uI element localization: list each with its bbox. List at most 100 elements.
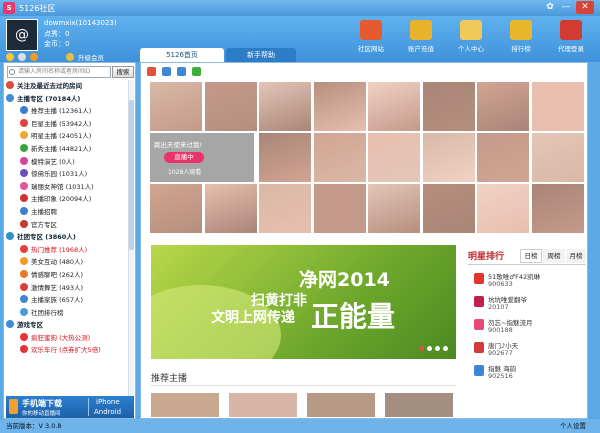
tree-item-label: 激情舞艺 (493人) bbox=[31, 283, 84, 292]
upgrade-link[interactable]: 升级会员 bbox=[78, 52, 104, 62]
anchor-photo[interactable] bbox=[531, 184, 584, 233]
tree-item[interactable]: 社团专区 (3860人) bbox=[6, 231, 130, 244]
live-button[interactable]: 直播中 bbox=[164, 152, 204, 163]
tree-item[interactable]: 热门推荐 (1968人) bbox=[6, 244, 130, 257]
tree-item[interactable]: 主播家族 (657人) bbox=[6, 294, 130, 307]
sidebar-scrollbar[interactable] bbox=[128, 80, 134, 396]
recommended-thumb[interactable] bbox=[385, 393, 453, 417]
watermark: 当下软件园 bbox=[527, 398, 582, 411]
gear-icon[interactable] bbox=[18, 53, 26, 61]
tree-item[interactable]: 惊佛乐园 (1031人) bbox=[6, 168, 130, 181]
anchor-photo[interactable] bbox=[313, 133, 366, 182]
tool-profile[interactable]: 个人中心 bbox=[448, 18, 494, 60]
tree-item[interactable]: 主播招聘 bbox=[6, 206, 130, 219]
anchor-photo[interactable] bbox=[368, 82, 420, 131]
tool-recharge[interactable]: 账户充值 bbox=[398, 18, 444, 60]
anchor-photo[interactable] bbox=[422, 133, 475, 182]
pager-dot[interactable] bbox=[435, 346, 440, 351]
tool-ranking[interactable]: 排行榜 bbox=[498, 18, 544, 60]
forward-icon[interactable] bbox=[177, 67, 186, 76]
android-link[interactable]: Android bbox=[94, 408, 121, 416]
anchor-photo[interactable] bbox=[368, 133, 420, 182]
tree-item-label: 欢乐车行 (点券扩大5倍) bbox=[31, 346, 101, 355]
anchor-photo[interactable] bbox=[313, 82, 366, 131]
anchor-photo[interactable] bbox=[259, 184, 311, 233]
tree-item[interactable]: 推荐主播 (12361人) bbox=[6, 105, 130, 118]
anchor-photo[interactable] bbox=[422, 82, 475, 131]
tree-item[interactable]: 瑞丽女神馆 (1031人) bbox=[6, 181, 130, 194]
tree-item[interactable]: 主播专区 (70184人) bbox=[6, 93, 130, 106]
tab-home[interactable]: 5126首页 bbox=[140, 48, 224, 62]
tree-item[interactable]: 官方专区 bbox=[6, 219, 130, 232]
tree-item[interactable]: 疯狂蜜狗 (大热公测) bbox=[6, 332, 130, 345]
avatar[interactable]: @ bbox=[6, 19, 38, 51]
anchor-photo[interactable] bbox=[150, 82, 202, 131]
pager-dot[interactable] bbox=[427, 346, 432, 351]
anchor-photo[interactable] bbox=[422, 184, 475, 233]
tree-item[interactable]: 明星主播 (24051人) bbox=[6, 130, 130, 143]
ranking-row[interactable]: 指魅 海韵 902516 bbox=[468, 361, 586, 383]
search-input[interactable]: 请输入房间名称或者房间ID bbox=[7, 66, 111, 78]
ranking-row[interactable]: 51歌唯♂F42凯琳 900633 bbox=[468, 269, 586, 291]
anchor-photo[interactable] bbox=[313, 184, 366, 233]
tab-help[interactable]: 新手帮助 bbox=[226, 48, 296, 62]
minimize-button[interactable]: — bbox=[558, 1, 574, 14]
personal-settings-link[interactable]: 个人设置 bbox=[560, 419, 586, 433]
anchor-photo[interactable] bbox=[477, 133, 529, 182]
anchor-photo[interactable] bbox=[477, 184, 529, 233]
tree-item[interactable]: 模特演艺 (0人) bbox=[6, 156, 130, 169]
tree-item[interactable]: 游戏专区 bbox=[6, 319, 130, 332]
tool-community[interactable]: 社区网站 bbox=[348, 18, 394, 60]
rank-badge-icon bbox=[474, 273, 484, 284]
banner-title: 净网2014 bbox=[299, 269, 390, 291]
phone-download-bar[interactable]: 手机端下载 你的移动直播间 iPhone Android bbox=[6, 396, 134, 418]
close-button[interactable]: ✕ bbox=[576, 1, 594, 14]
pager-dot[interactable] bbox=[419, 346, 424, 351]
tree-item[interactable]: 新秀主播 (44821人) bbox=[6, 143, 130, 156]
anchor-photo[interactable] bbox=[368, 184, 420, 233]
tree-item[interactable]: 巨星主播 (53942人) bbox=[6, 118, 130, 131]
anchor-photo[interactable] bbox=[259, 133, 311, 182]
anchor-photo[interactable] bbox=[204, 82, 257, 131]
rank-badge-icon bbox=[474, 365, 484, 376]
tree-item[interactable]: 关注及最近去过的房间 bbox=[6, 80, 130, 93]
home-icon[interactable] bbox=[147, 67, 156, 76]
recommended-thumb[interactable] bbox=[307, 393, 375, 417]
ranking-row[interactable]: 坑坑唯爱翻爷 20107 bbox=[468, 292, 586, 314]
tab-daily[interactable]: 日榜 bbox=[520, 249, 542, 263]
tree-item[interactable]: 激情舞艺 (493人) bbox=[6, 282, 130, 295]
ranking-row[interactable]: 勿忘~指魅流月 900188 bbox=[468, 315, 586, 337]
pager-dot[interactable] bbox=[443, 346, 448, 351]
tree-item-label: 关注及最近去过的房间 bbox=[17, 82, 82, 90]
tree-item[interactable]: 欢乐车行 (点券扩大5倍) bbox=[6, 344, 130, 357]
tree-item[interactable]: 情感聊吧 (262人) bbox=[6, 269, 130, 282]
skin-icon[interactable]: ✿ bbox=[542, 1, 558, 14]
tool-agent-login[interactable]: 代理登录 bbox=[548, 18, 594, 60]
anchor-photo[interactable] bbox=[204, 184, 257, 233]
tree-item[interactable]: 社团排行榜 bbox=[6, 307, 130, 320]
iphone-link[interactable]: iPhone bbox=[96, 398, 120, 406]
promo-banner[interactable]: 净网2014 扫黄打非 文明上网传递 正能量 bbox=[151, 245, 456, 359]
coin-icon[interactable] bbox=[6, 53, 14, 61]
ranking-row[interactable]: 唐门♪小天 902677 bbox=[468, 338, 586, 360]
search-button[interactable]: 搜索 bbox=[112, 66, 134, 78]
tab-monthly[interactable]: 月榜 bbox=[566, 249, 586, 263]
back-icon[interactable] bbox=[162, 67, 171, 76]
anchor-photo[interactable] bbox=[259, 82, 311, 131]
scroll-thumb[interactable] bbox=[129, 100, 134, 250]
recommended-thumb[interactable] bbox=[229, 393, 297, 417]
recommended-thumb[interactable] bbox=[151, 393, 219, 417]
live-overlay[interactable]: 跳出天使来过我! 直播中 1028人观看 bbox=[150, 133, 254, 182]
refresh-icon[interactable] bbox=[192, 67, 201, 76]
tree-item[interactable]: 美女互动 (480人) bbox=[6, 256, 130, 269]
users-icon bbox=[460, 20, 482, 40]
anchor-photo[interactable] bbox=[531, 82, 584, 131]
category-icon bbox=[20, 269, 28, 278]
anchor-photo[interactable] bbox=[150, 184, 202, 233]
tree-item-label: 瑞丽女神馆 (1031人) bbox=[31, 182, 94, 191]
mail-icon[interactable] bbox=[30, 53, 38, 61]
tab-weekly[interactable]: 周榜 bbox=[543, 249, 565, 263]
anchor-photo[interactable] bbox=[531, 133, 584, 182]
anchor-photo[interactable] bbox=[477, 82, 529, 131]
tree-item[interactable]: 主播印象 (20094人) bbox=[6, 193, 130, 206]
